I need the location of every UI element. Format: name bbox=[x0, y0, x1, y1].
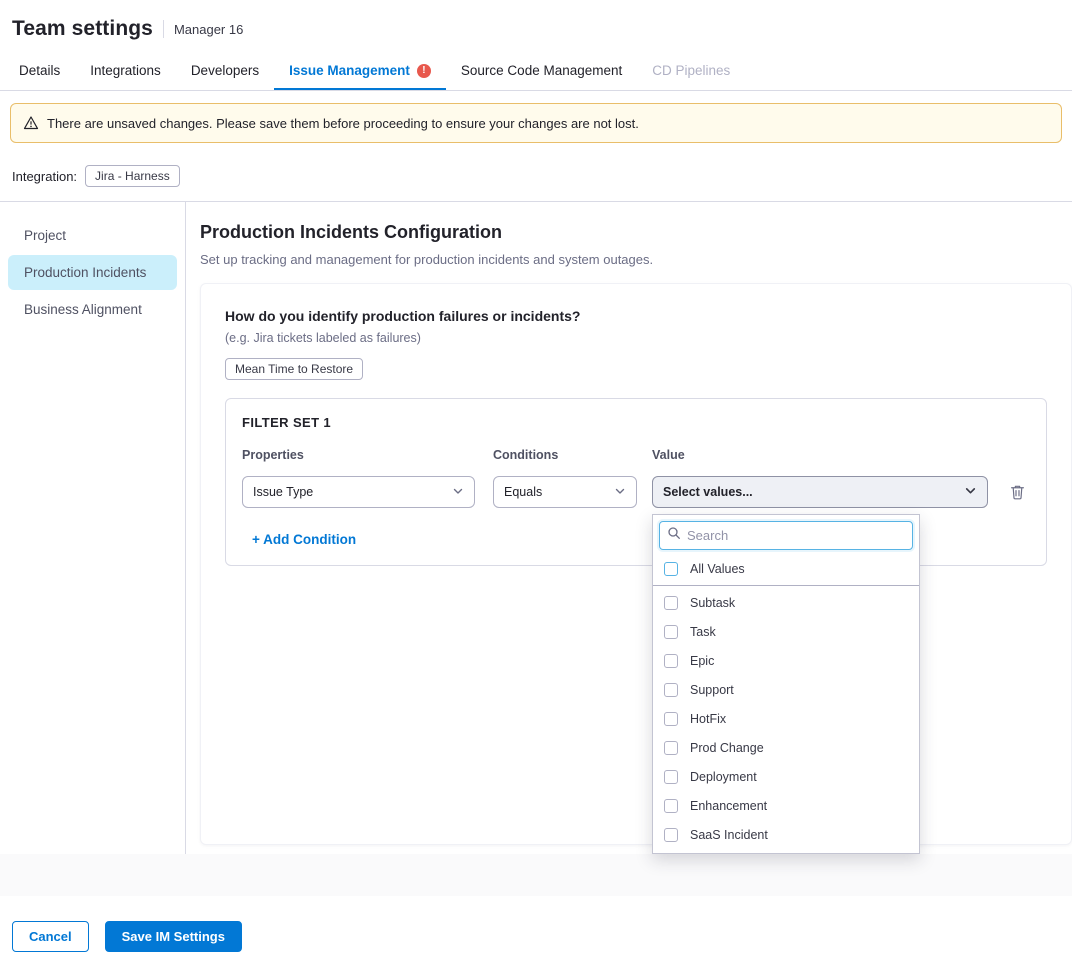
option-label: Task bbox=[690, 625, 716, 639]
filter-column-labels: Properties Conditions Value bbox=[242, 448, 1030, 462]
option-label: Deployment bbox=[690, 770, 757, 784]
dropdown-divider bbox=[653, 585, 919, 586]
cancel-button[interactable]: Cancel bbox=[12, 921, 89, 952]
option-hotfix[interactable]: HotFix bbox=[653, 704, 919, 733]
option-label: SaaS Incident bbox=[690, 828, 768, 842]
tab-issue-management[interactable]: Issue Management ! bbox=[274, 51, 446, 90]
footer-actions: Cancel Save IM Settings bbox=[0, 896, 1072, 967]
option-label: Epic bbox=[690, 654, 714, 668]
properties-column-label: Properties bbox=[242, 448, 475, 462]
condition-select[interactable]: Equals bbox=[493, 476, 637, 508]
team-settings-page: Team settings Manager 16 Details Integra… bbox=[0, 0, 1072, 967]
option-checkbox[interactable] bbox=[664, 596, 678, 610]
tab-integrations[interactable]: Integrations bbox=[75, 51, 176, 90]
filter-row: Issue Type Equals bbox=[242, 476, 1030, 508]
team-name: Manager 16 bbox=[174, 22, 243, 37]
chevron-down-icon bbox=[964, 484, 977, 500]
sidebar-item-business-alignment[interactable]: Business Alignment bbox=[8, 292, 177, 327]
warning-icon bbox=[23, 115, 39, 131]
settings-sidebar: Project Production Incidents Business Al… bbox=[0, 202, 186, 854]
tab-source-code-management[interactable]: Source Code Management bbox=[446, 51, 637, 90]
section-description: Set up tracking and management for produ… bbox=[200, 252, 1072, 267]
sidebar-item-production-incidents[interactable]: Production Incidents bbox=[8, 255, 177, 290]
tab-label: Integrations bbox=[90, 63, 161, 78]
tab-cd-pipelines: CD Pipelines bbox=[637, 51, 745, 90]
sidebar-item-project[interactable]: Project bbox=[8, 218, 177, 253]
filter-set-1: FILTER SET 1 Properties Conditions Value… bbox=[225, 398, 1047, 566]
condition-select-value: Equals bbox=[504, 485, 542, 499]
metric-chip[interactable]: Mean Time to Restore bbox=[225, 358, 363, 380]
tab-label: Source Code Management bbox=[461, 63, 622, 78]
unsaved-changes-banner: There are unsaved changes. Please save t… bbox=[10, 103, 1062, 143]
conditions-column-label: Conditions bbox=[493, 448, 637, 462]
option-prod-change[interactable]: Prod Change bbox=[653, 733, 919, 762]
option-checkbox[interactable] bbox=[664, 828, 678, 842]
value-select[interactable]: Select values... bbox=[652, 476, 988, 508]
tab-label: CD Pipelines bbox=[652, 63, 730, 78]
option-checkbox[interactable] bbox=[664, 741, 678, 755]
search-input[interactable] bbox=[687, 528, 905, 543]
property-select-value: Issue Type bbox=[253, 485, 313, 499]
option-label: Subtask bbox=[690, 596, 735, 610]
section-title: Production Incidents Configuration bbox=[200, 222, 1072, 243]
incidents-config-card: How do you identify production failures … bbox=[200, 283, 1072, 845]
dropdown-search[interactable] bbox=[659, 521, 913, 550]
option-checkbox[interactable] bbox=[664, 625, 678, 639]
option-enhancement[interactable]: Enhancement bbox=[653, 791, 919, 820]
integration-label: Integration: bbox=[12, 169, 77, 184]
page-header: Team settings Manager 16 bbox=[0, 0, 1072, 51]
option-epic[interactable]: Epic bbox=[653, 646, 919, 675]
option-label: All Values bbox=[690, 562, 745, 576]
option-all-values[interactable]: All Values bbox=[653, 556, 919, 582]
option-checkbox[interactable] bbox=[664, 683, 678, 697]
filter-set-title: FILTER SET 1 bbox=[242, 415, 1030, 430]
option-checkbox[interactable] bbox=[664, 654, 678, 668]
option-saas-incident[interactable]: SaaS Incident bbox=[653, 820, 919, 849]
option-label: Support bbox=[690, 683, 734, 697]
value-dropdown-panel: All Values Subtask Task bbox=[652, 514, 920, 854]
title-divider bbox=[163, 20, 164, 38]
integration-chip: Jira - Harness bbox=[85, 165, 180, 187]
option-subtask[interactable]: Subtask bbox=[653, 588, 919, 617]
unsaved-changes-badge-icon: ! bbox=[417, 64, 431, 78]
question-heading: How do you identify production failures … bbox=[225, 308, 1047, 324]
option-support[interactable]: Support bbox=[653, 675, 919, 704]
value-select-wrapper: Select values... bbox=[652, 476, 988, 508]
page-title: Team settings bbox=[12, 17, 153, 41]
add-condition-link[interactable]: + Add Condition bbox=[252, 532, 356, 547]
question-hint: (e.g. Jira tickets labeled as failures) bbox=[225, 331, 1047, 345]
production-incidents-section: Production Incidents Configuration Set u… bbox=[186, 202, 1072, 854]
tab-label: Issue Management bbox=[289, 63, 410, 78]
tab-label: Details bbox=[19, 63, 60, 78]
tab-developers[interactable]: Developers bbox=[176, 51, 274, 90]
settings-content: Project Production Incidents Business Al… bbox=[0, 202, 1072, 854]
option-checkbox[interactable] bbox=[664, 770, 678, 784]
value-column-label: Value bbox=[652, 448, 988, 462]
option-checkbox[interactable] bbox=[664, 799, 678, 813]
option-deployment[interactable]: Deployment bbox=[653, 762, 919, 791]
option-label: Prod Change bbox=[690, 741, 764, 755]
option-label: Enhancement bbox=[690, 799, 767, 813]
integration-row: Integration: Jira - Harness bbox=[0, 155, 1072, 202]
option-label: HotFix bbox=[690, 712, 726, 726]
search-icon bbox=[667, 526, 681, 545]
property-select[interactable]: Issue Type bbox=[242, 476, 475, 508]
option-task[interactable]: Task bbox=[653, 617, 919, 646]
chevron-down-icon bbox=[614, 485, 626, 500]
delete-filter-row-button[interactable] bbox=[1010, 484, 1025, 500]
value-select-placeholder: Select values... bbox=[663, 485, 753, 499]
option-customer-notification[interactable]: Customer Notification bbox=[653, 849, 919, 854]
option-checkbox[interactable] bbox=[664, 712, 678, 726]
warning-text: There are unsaved changes. Please save t… bbox=[47, 116, 639, 131]
all-values-checkbox[interactable] bbox=[664, 562, 678, 576]
tab-label: Developers bbox=[191, 63, 259, 78]
settings-tabs: Details Integrations Developers Issue Ma… bbox=[0, 51, 1072, 91]
save-im-settings-button[interactable]: Save IM Settings bbox=[105, 921, 242, 952]
footer-spacer bbox=[0, 854, 1072, 896]
tab-details[interactable]: Details bbox=[4, 51, 75, 90]
chevron-down-icon bbox=[452, 485, 464, 500]
